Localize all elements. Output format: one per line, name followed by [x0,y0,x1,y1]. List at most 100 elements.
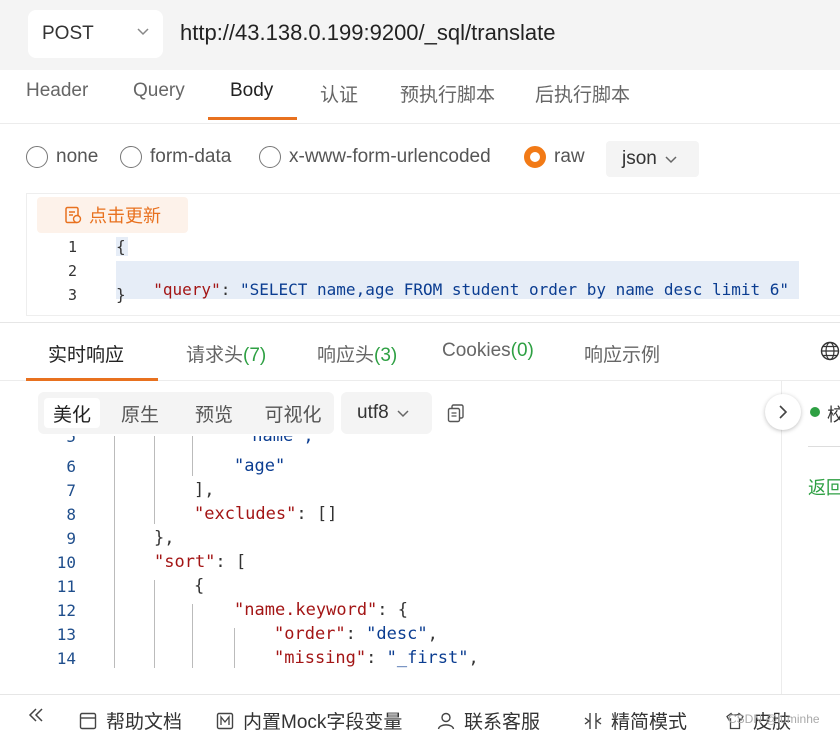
line-number: 6 [66,457,76,476]
radio-circle-selected [524,146,546,168]
code-line: "query": "SELECT name,age FROM student o… [116,261,800,299]
json-punct: : [] [296,504,338,524]
radio-urlencoded[interactable]: x-www-form-urlencoded [259,146,491,168]
bottom-bar-label: 精简模式 [611,712,688,733]
line-number: 12 [56,601,76,620]
update-button-label: 点击更新 [89,206,161,226]
radio-label: x-www-form-urlencoded [289,146,491,167]
view-mode-preview[interactable]: 预览 [184,398,244,428]
bottom-bar: 帮助文档 内置Mock字段变量 联系客服 精简模式 皮肤 [0,694,840,735]
line-number: 13 [56,625,76,644]
watermark: CSDN @luminhe [728,712,820,726]
tab-label: 响应头 [317,345,375,366]
refresh-doc-icon [65,206,82,224]
indent-guide [234,628,235,668]
status-dot [810,407,820,417]
request-tabs: Header Query Body 认证 预执行脚本 后执行脚本 [0,70,840,124]
code-line: "name", [242,436,314,446]
tab-response-examples[interactable]: 响应示例 [584,340,660,367]
contact-support-button[interactable]: 联系客服 [436,707,540,734]
view-mode-visualize[interactable]: 可视化 [258,398,328,428]
json-key: "excludes" [194,504,297,524]
tab-cookies[interactable]: Cookies(0) [442,340,534,362]
tab-count: (3) [374,345,398,366]
view-mode-pretty[interactable]: 美化 [44,398,100,428]
copy-icon[interactable] [446,403,466,423]
encoding-label: utf8 [357,402,389,423]
json-punct: : { [377,600,409,620]
line-number: 11 [56,577,76,596]
json-key: "name.keyword" [234,600,378,620]
radio-raw[interactable]: raw [524,146,585,168]
radio-none[interactable]: none [26,146,98,168]
response-body[interactable]: 5 "name", 6 "age" 7 ], 8 "excludes": [] … [0,436,781,668]
tab-live-response[interactable]: 实时响应 [48,340,124,367]
tab-auth[interactable]: 认证 [320,80,358,107]
help-docs-button[interactable]: 帮助文档 [78,707,182,734]
tab-body[interactable]: Body [230,80,273,102]
tab-header[interactable]: Header [26,80,88,102]
json-punct: : [ [215,552,247,572]
tab-count: (0) [510,340,534,361]
response-tabs: 实时响应 请求头(7) 响应头(3) Cookies(0) 响应示例 [0,322,840,381]
code-line: "sort": [ [154,552,246,572]
line-number: 10 [56,553,76,572]
divider [808,446,840,447]
book-icon [79,712,97,729]
globe-icon[interactable] [820,341,840,361]
indent-guide [114,436,115,668]
radio-label: none [56,146,99,167]
view-mode-raw[interactable]: 原生 [110,398,170,428]
line-number: 1 [67,238,77,256]
tab-query[interactable]: Query [133,80,185,102]
radio-circle [259,146,281,168]
json-punct: , [427,624,438,644]
radio-label: raw [554,146,585,167]
line-number: 3 [67,286,77,304]
compact-mode-button[interactable]: 精简模式 [583,707,687,734]
json-string: "desc" [366,624,428,644]
json-string: "_first" [386,648,469,668]
tab-response-headers[interactable]: 响应头(3) [317,340,397,367]
tab-label: 实时响应 [48,345,125,366]
code-line: "order": "desc", [274,624,438,644]
code-line: "age" [234,456,286,476]
method-select[interactable]: POST [28,10,163,58]
radio-circle [120,146,142,168]
code-line: }, [154,528,175,548]
chevron-down-icon [397,410,409,418]
radio-label: form-data [150,146,232,167]
code-line: { [116,237,128,256]
raw-format-select[interactable]: json [606,141,699,177]
json-key: "sort" [154,552,216,572]
tab-pre-script[interactable]: 预执行脚本 [400,80,495,107]
json-colon: : [366,648,387,668]
encoding-select[interactable]: utf8 [341,392,432,434]
active-tab-indicator [208,117,297,120]
body-type-selector: none form-data x-www-form-urlencoded raw [0,136,840,182]
code-line: ], [194,480,215,500]
mock-fields-button[interactable]: 内置Mock字段变量 [215,707,402,734]
update-button[interactable]: 点击更新 [37,197,188,233]
code-line: "name.keyword": { [234,600,408,620]
json-colon: : [345,624,367,644]
bottom-bar-label: 帮助文档 [106,712,183,733]
chevron-down-icon [137,28,149,36]
radio-form-data[interactable]: form-data [120,146,231,168]
line-number: 14 [56,649,76,668]
bottom-bar-label: 内置Mock字段变量 [243,712,403,733]
side-back-link[interactable]: 返回 [808,474,840,500]
bottom-bar-label: 联系客服 [464,712,541,733]
url-input[interactable]: http://43.138.0.199:9200/_sql/translate [180,20,556,46]
code-line: } [116,285,126,304]
tab-request-headers[interactable]: 请求头(7) [186,340,266,367]
side-check-label: 校 [827,405,840,425]
tab-post-script[interactable]: 后执行脚本 [535,80,630,107]
double-chevron-left-icon[interactable] [28,707,44,723]
code-line: "missing": "_first", [274,648,479,668]
compact-icon [584,712,602,729]
collapse-panel-button[interactable] [765,394,801,430]
chevron-down-icon [665,156,677,164]
mock-icon [216,712,234,729]
line-number: 7 [66,481,76,500]
